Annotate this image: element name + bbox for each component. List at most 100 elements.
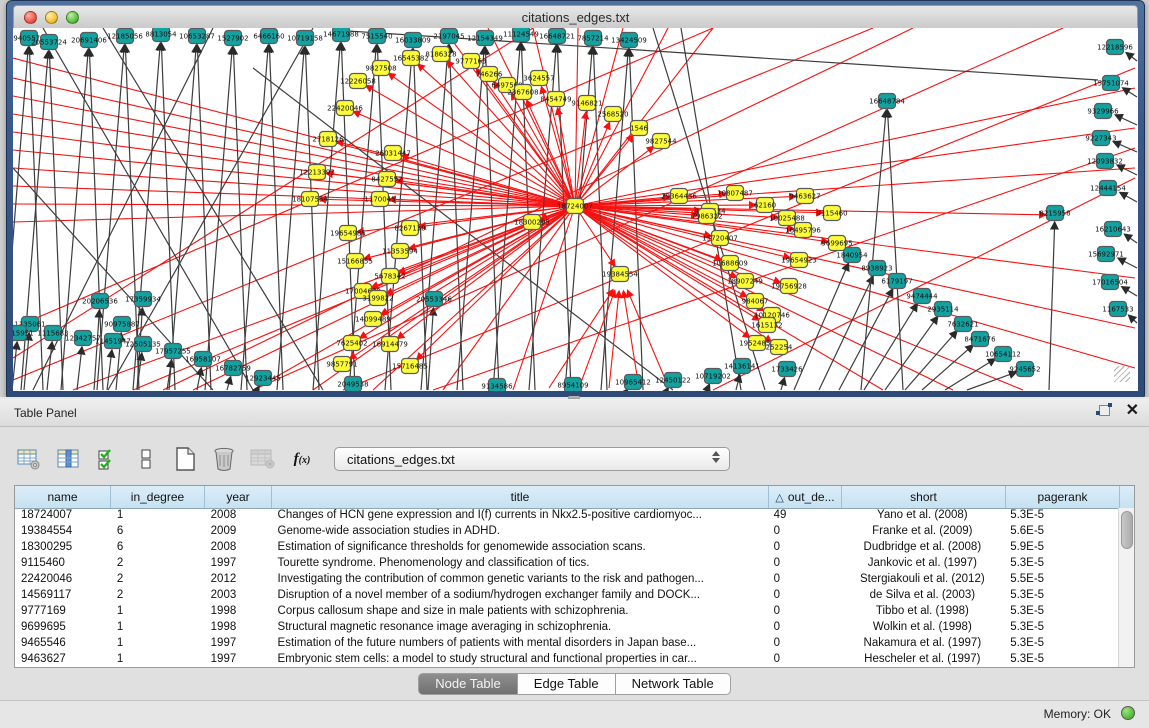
graph-node[interactable]: 15166855 bbox=[337, 254, 373, 269]
memory-status-indicator[interactable] bbox=[1121, 706, 1135, 720]
table-row[interactable]: 969969511998Structural magnetic resonanc… bbox=[15, 620, 1118, 636]
column-header-short[interactable]: short bbox=[842, 486, 1006, 508]
graph-node[interactable]: 12185056 bbox=[107, 29, 143, 44]
table-row[interactable]: 911546021997Tourette syndrome. Phenomeno… bbox=[15, 556, 1118, 572]
graph-node[interactable]: 2197045 bbox=[433, 29, 464, 44]
table-row[interactable]: 1938455462009Genome-wide association stu… bbox=[15, 524, 1118, 540]
graph-node[interactable]: 9115460 bbox=[816, 206, 847, 221]
graph-node[interactable]: 12218596 bbox=[1097, 40, 1133, 55]
graph-node[interactable]: 8186328 bbox=[425, 47, 456, 62]
table-row[interactable]: 2242004622012Investigating the contribut… bbox=[15, 572, 1118, 588]
graph-node[interactable]: 12450122 bbox=[655, 373, 691, 388]
graph-node[interactable]: 19654923 bbox=[781, 253, 817, 268]
network-window-titlebar[interactable]: citations_edges.txt bbox=[13, 5, 1138, 29]
graph-node[interactable]: 11353594 bbox=[382, 244, 418, 259]
graph-node[interactable]: 12093832 bbox=[1087, 154, 1123, 169]
graph-node[interactable]: 8938923 bbox=[861, 261, 892, 276]
graph-node[interactable]: 9329966 bbox=[1087, 104, 1119, 119]
tab-edge-table[interactable]: Edge Table bbox=[518, 673, 616, 695]
float-panel-icon[interactable] bbox=[1096, 403, 1112, 419]
graph-node[interactable]: 9146821 bbox=[571, 96, 602, 111]
graph-node[interactable]: 3624557 bbox=[523, 71, 554, 86]
table-row[interactable]: 977716911998Corpus callosum shape and si… bbox=[15, 604, 1118, 620]
tab-network-table[interactable]: Network Table bbox=[616, 673, 731, 695]
column-header-title[interactable]: title bbox=[272, 486, 769, 508]
graph-node[interactable]: 5678342 bbox=[374, 269, 405, 284]
graph-node[interactable]: 16914479 bbox=[372, 337, 408, 352]
graph-node[interactable]: 20691406 bbox=[71, 33, 107, 48]
graph-node[interactable]: 18107554 bbox=[292, 192, 328, 207]
graph-node[interactable]: 19384554 bbox=[602, 267, 638, 282]
create-column-icon[interactable] bbox=[170, 444, 200, 474]
network-graph-canvas[interactable]: 9405572205537242069140612185056881305410… bbox=[13, 28, 1138, 391]
graph-node[interactable]: 8813054 bbox=[145, 28, 177, 42]
delete-table-icon[interactable] bbox=[248, 444, 278, 474]
column-header-pagerank[interactable]: pagerank bbox=[1006, 486, 1120, 508]
table-row[interactable]: 1830029562008Estimation of significance … bbox=[15, 540, 1118, 556]
graph-node[interactable]: 9227343 bbox=[1085, 131, 1116, 146]
graph-node[interactable]: 9827544 bbox=[645, 134, 677, 149]
graph-node[interactable]: 7515540 bbox=[361, 29, 392, 44]
graph-node[interactable]: 12154349 bbox=[467, 31, 503, 46]
graph-node[interactable]: 6466160 bbox=[253, 29, 284, 44]
graph-node[interactable]: 2935114 bbox=[927, 302, 959, 317]
graph-node[interactable]: 10654112 bbox=[985, 347, 1021, 362]
graph-node[interactable]: 14136141 bbox=[724, 359, 760, 374]
delete-column-icon[interactable] bbox=[209, 444, 239, 474]
graph-node[interactable]: 9857791 bbox=[326, 357, 357, 372]
select-all-icon[interactable] bbox=[92, 444, 122, 474]
window-resize-grip[interactable] bbox=[1114, 366, 1130, 382]
table-row[interactable]: 1456911722003Disruption of a novel membe… bbox=[15, 588, 1118, 604]
graph-node[interactable]: 7625402 bbox=[336, 336, 367, 351]
graph-node[interactable]: 11124549 bbox=[503, 28, 539, 42]
graph-node[interactable]: 2049538 bbox=[337, 377, 368, 392]
table-scrollbar[interactable] bbox=[1118, 508, 1134, 667]
graph-node[interactable]: 9777163 bbox=[455, 54, 486, 69]
function-builder-icon[interactable]: f(x) bbox=[287, 444, 317, 474]
graph-node[interactable]: 9134586 bbox=[481, 379, 513, 392]
graph-node[interactable]: 12226058 bbox=[340, 74, 376, 89]
graph-node[interactable]: 1527902 bbox=[217, 31, 248, 46]
table-scrollbar-thumb[interactable] bbox=[1121, 511, 1133, 549]
graph-node[interactable]: 6179197 bbox=[881, 274, 912, 289]
column-header-in-degree[interactable]: in_degree bbox=[111, 486, 205, 508]
close-panel-icon[interactable]: ✕ bbox=[1126, 403, 1139, 419]
graph-node[interactable]: 7632621 bbox=[947, 317, 978, 332]
column-header-year[interactable]: year bbox=[205, 486, 272, 508]
graph-node[interactable]: 15720407 bbox=[702, 231, 738, 246]
unselect-all-icon[interactable] bbox=[131, 444, 161, 474]
graph-node[interactable]: 8454749 bbox=[540, 92, 571, 107]
graph-node[interactable]: 62160 bbox=[754, 198, 776, 213]
tab-node-table[interactable]: Node Table bbox=[418, 673, 518, 695]
graph-node[interactable]: 16545382 bbox=[393, 51, 429, 66]
graph-node[interactable]: 10719158 bbox=[287, 31, 323, 46]
graph-node[interactable]: 14671988 bbox=[323, 28, 359, 42]
graph-node[interactable]: 16648721 bbox=[539, 29, 575, 44]
table-selector-dropdown[interactable]: citations_edges.txt bbox=[334, 447, 730, 471]
graph-node[interactable]: 1546 bbox=[630, 121, 648, 136]
graph-node[interactable]: 15692971 bbox=[1088, 247, 1124, 262]
table-mode-icon[interactable] bbox=[14, 444, 44, 474]
graph-node[interactable]: 1733426 bbox=[771, 362, 803, 377]
graph-node[interactable]: 8954109 bbox=[557, 378, 588, 392]
graph-node[interactable]: 26031447 bbox=[375, 146, 411, 161]
graph-node[interactable]: 10719202 bbox=[695, 369, 731, 384]
table-row[interactable]: 946362711997Embryonic stem cells: a mode… bbox=[15, 652, 1118, 667]
graph-node[interactable]: 10653287 bbox=[179, 29, 215, 44]
graph-node[interactable]: 8471676 bbox=[964, 332, 996, 347]
graph-node[interactable]: 12923445 bbox=[245, 371, 281, 386]
column-header-out-de-[interactable]: △out_de... bbox=[769, 486, 842, 508]
graph-node[interactable]: 9827508 bbox=[365, 61, 396, 76]
show-columns-icon[interactable] bbox=[53, 444, 83, 474]
graph-node[interactable]: 9245652 bbox=[1009, 362, 1040, 377]
table-row[interactable]: 1872400712008Changes of HCN gene express… bbox=[15, 508, 1118, 524]
graph-node[interactable]: 8215958 bbox=[1039, 206, 1070, 221]
column-header-name[interactable]: name bbox=[15, 486, 111, 508]
graph-node[interactable]: 1167533 bbox=[1102, 302, 1133, 317]
table-row[interactable]: 946554611997Estimation of the future num… bbox=[15, 636, 1118, 652]
graph-node[interactable]: 90975887 bbox=[104, 317, 140, 332]
graph-node[interactable]: 13424509 bbox=[611, 33, 647, 48]
graph-node[interactable]: 16648784 bbox=[869, 94, 905, 109]
graph-node[interactable]: 10965412 bbox=[615, 375, 651, 390]
graph-node[interactable]: 7857214 bbox=[577, 31, 609, 46]
